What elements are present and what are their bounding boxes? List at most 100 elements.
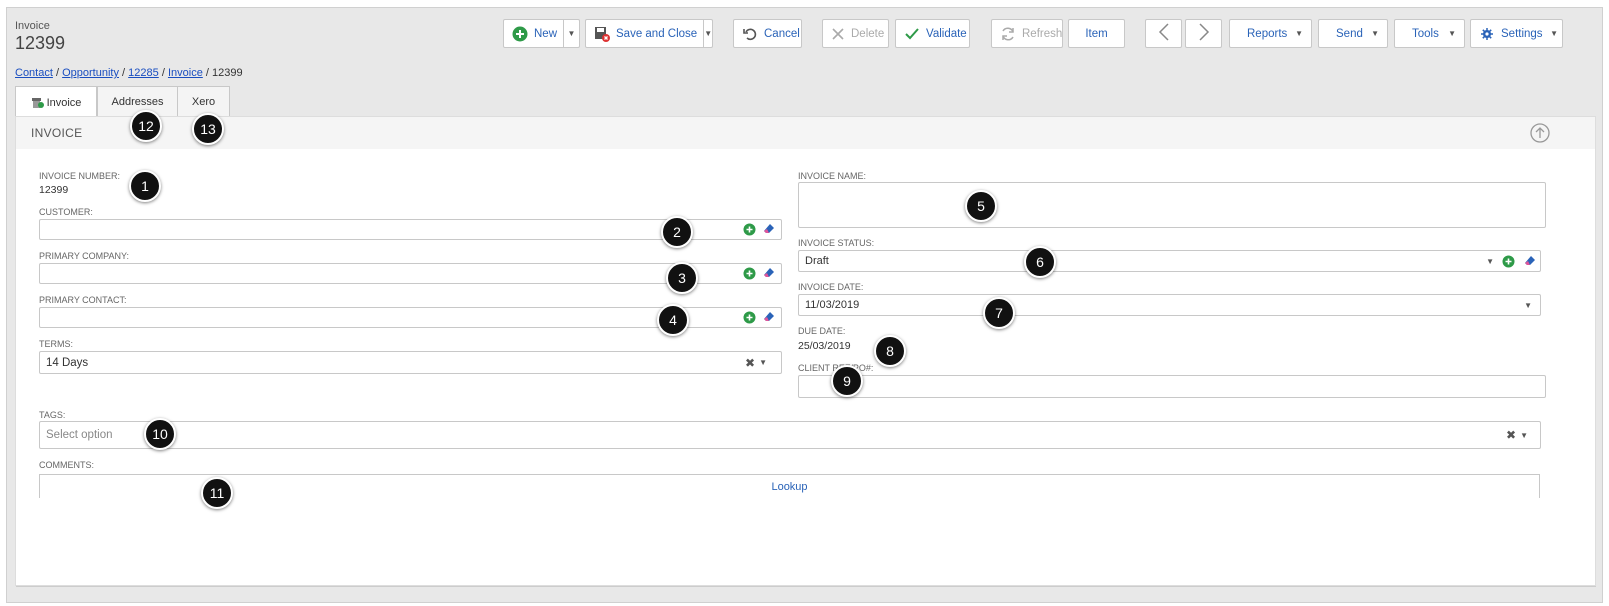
caret-down-icon: ▼: [1448, 29, 1456, 38]
callout-badge: 13: [192, 113, 224, 145]
clear-terms-x-icon[interactable]: ✖: [745, 356, 755, 370]
terms-select[interactable]: 14 Days ✖ ▼: [39, 351, 782, 374]
caret-down-icon: ▼: [1371, 29, 1379, 38]
previous-button[interactable]: [1145, 19, 1182, 48]
clear-company-eraser-icon[interactable]: [762, 267, 775, 280]
panel-bottom-border: [16, 586, 1596, 587]
tab-invoice-label: Invoice: [46, 96, 82, 109]
callout-badge: 11: [201, 477, 233, 509]
next-button[interactable]: [1185, 19, 1222, 48]
invoice-status-select[interactable]: Draft ▼: [798, 250, 1541, 272]
invoice-date-picker[interactable]: 11/03/2019 ▼: [798, 294, 1541, 316]
caret-down-icon: ▼: [567, 29, 576, 38]
delete-button[interactable]: Delete: [822, 19, 889, 48]
settings-menu-button[interactable]: Settings ▼: [1470, 19, 1563, 48]
send-menu-button[interactable]: Send ▼: [1318, 19, 1388, 48]
callout-badge: 2: [661, 216, 693, 248]
breadcrumb: Contact / Opportunity / 12285 / Invoice …: [15, 67, 243, 79]
validate-label: Validate: [926, 27, 967, 40]
customer-label: CUSTOMER:: [39, 207, 93, 217]
terms-label: TERMS:: [39, 339, 74, 349]
validate-button[interactable]: Validate: [895, 19, 970, 48]
add-company-icon[interactable]: [743, 267, 756, 280]
caret-down-icon: ▼: [1550, 29, 1558, 38]
callout-badge: 6: [1024, 246, 1056, 278]
due-date-value: 25/03/2019: [798, 340, 851, 352]
tags-placeholder: Select option: [46, 429, 113, 441]
chevron-left-icon: [1158, 23, 1170, 44]
tab-addresses-label: Addresses: [111, 96, 164, 108]
chevron-right-icon: [1198, 23, 1210, 44]
gear-icon: [1479, 26, 1495, 42]
invoice-name-label: INVOICE NAME:: [798, 171, 867, 181]
callout-badge: 3: [666, 262, 698, 294]
save-and-close-label: Save and Close: [616, 27, 698, 40]
clear-tags-x-icon[interactable]: ✖: [1506, 428, 1516, 442]
tab-xero[interactable]: Xero: [177, 86, 230, 117]
section-header: INVOICE: [16, 117, 1595, 149]
reports-menu-button[interactable]: Reports ▼: [1229, 19, 1312, 48]
invoice-name-textarea[interactable]: [798, 182, 1546, 228]
save-and-close-button[interactable]: Save and Close ▼: [585, 19, 713, 48]
caret-down-icon[interactable]: ▼: [1486, 257, 1494, 266]
tags-label: TAGS:: [39, 410, 66, 420]
breadcrumb-opportunity[interactable]: Opportunity: [62, 67, 119, 79]
primary-company-label: PRIMARY COMPANY:: [39, 251, 130, 261]
tools-menu-button[interactable]: Tools ▼: [1394, 19, 1465, 48]
caret-down-icon[interactable]: ▼: [1520, 431, 1528, 440]
add-contact-icon[interactable]: [743, 311, 756, 324]
terms-value: 14 Days: [46, 356, 89, 369]
tools-label: Tools: [1412, 27, 1439, 40]
save-close-icon: [594, 26, 610, 42]
invoice-status-value: Draft: [805, 255, 829, 267]
invoice-date-label: INVOICE DATE:: [798, 282, 864, 292]
caret-down-icon: ▼: [704, 29, 713, 38]
clear-customer-eraser-icon[interactable]: [762, 223, 775, 236]
x-icon: [831, 26, 845, 42]
save-dropdown-toggle[interactable]: ▼: [703, 20, 712, 47]
callout-badge: 9: [831, 365, 863, 397]
tab-invoice[interactable]: Invoice: [15, 86, 97, 118]
clear-status-eraser-icon[interactable]: [1523, 255, 1536, 268]
comments-label: COMMENTS:: [39, 460, 94, 470]
refresh-label: Refresh: [1022, 27, 1063, 40]
caret-down-icon[interactable]: ▼: [1524, 301, 1532, 310]
reports-label: Reports: [1247, 27, 1288, 40]
clear-contact-eraser-icon[interactable]: [762, 311, 775, 324]
invoice-number-label: INVOICE NUMBER:: [39, 171, 121, 181]
plus-circle-icon: [512, 26, 528, 42]
primary-contact-label: PRIMARY CONTACT:: [39, 295, 127, 305]
callout-badge: 7: [983, 297, 1015, 329]
callout-badge: 4: [657, 304, 689, 336]
breadcrumb-contact[interactable]: Contact: [15, 67, 53, 79]
tags-select[interactable]: Select option ✖ ▼: [39, 421, 1541, 449]
callout-badge: 1: [129, 170, 161, 202]
client-ref-input[interactable]: [798, 375, 1546, 398]
invoice-date-value: 11/03/2019: [805, 299, 860, 311]
cancel-button[interactable]: Cancel: [733, 19, 802, 48]
invoice-status-label: INVOICE STATUS:: [798, 238, 875, 248]
caret-down-icon: ▼: [1295, 29, 1303, 38]
delete-label: Delete: [851, 27, 885, 40]
collapse-section-icon[interactable]: [1530, 123, 1550, 143]
item-button[interactable]: Item: [1068, 19, 1125, 48]
callout-badge: 8: [874, 335, 906, 367]
caret-down-icon[interactable]: ▼: [759, 358, 767, 367]
new-button[interactable]: New ▼: [503, 19, 580, 48]
breadcrumb-invoice[interactable]: Invoice: [168, 67, 203, 79]
new-button-label: New: [534, 27, 558, 40]
add-status-icon[interactable]: [1502, 255, 1515, 268]
new-dropdown-toggle[interactable]: ▼: [563, 20, 579, 47]
add-customer-icon[interactable]: [743, 223, 756, 236]
comments-lookup-button[interactable]: Lookup: [39, 474, 1540, 498]
refresh-icon: [1000, 26, 1016, 42]
checkmark-icon: [904, 26, 920, 42]
tab-xero-label: Xero: [191, 96, 216, 108]
invoice-title-number: 12399: [15, 33, 66, 53]
refresh-button[interactable]: Refresh: [991, 19, 1063, 48]
callout-badge: 5: [965, 190, 997, 222]
breadcrumb-opportunity-id[interactable]: 12285: [128, 67, 159, 79]
item-label: Item: [1085, 27, 1108, 40]
cancel-label: Cancel: [764, 27, 800, 40]
callout-badge: 10: [144, 418, 176, 450]
